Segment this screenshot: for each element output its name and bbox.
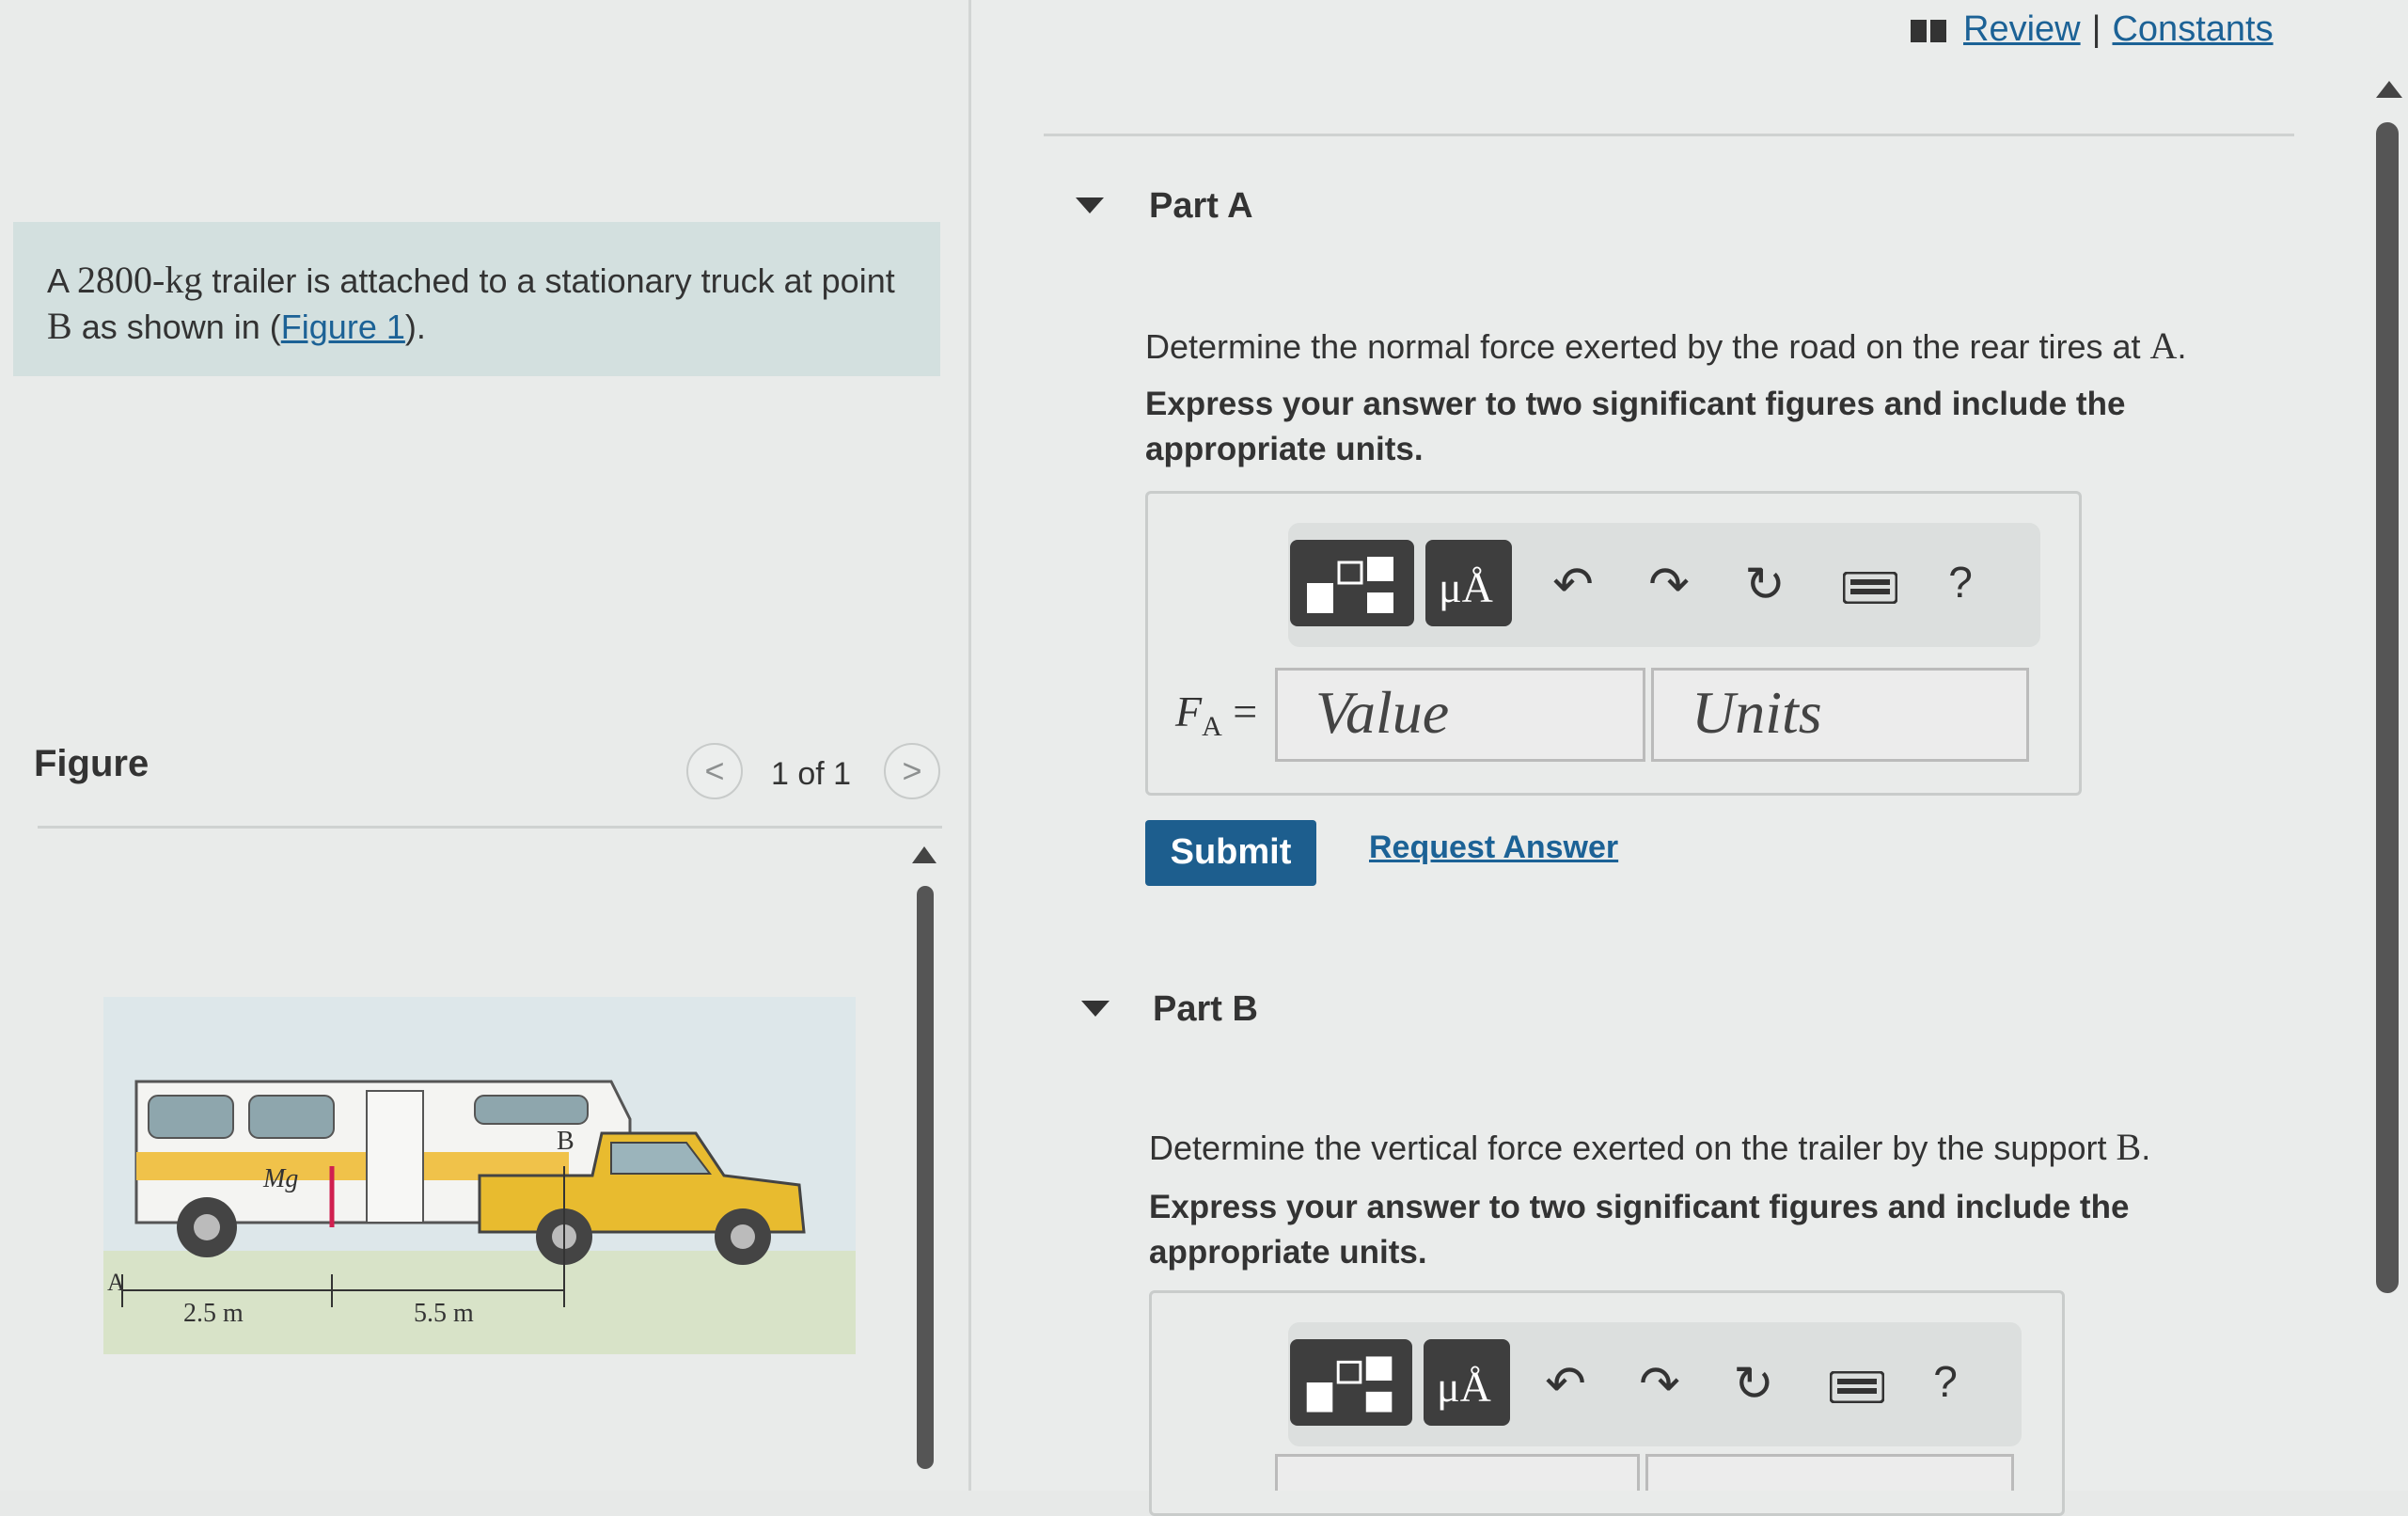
label-dist1: 2.5 m xyxy=(183,1299,244,1328)
truck-trailer-diagram: B Mg A 2.5 m 5.5 m xyxy=(103,997,856,1354)
reset-icon[interactable]: ↻ xyxy=(1721,1356,1786,1413)
part-b-question-text: Determine the vertical force exerted on … xyxy=(1149,1129,2117,1167)
mu-angstrom-icon: μÅ xyxy=(1439,563,1493,611)
intro-text-c: as shown in ( xyxy=(71,308,281,346)
top-links: Review | Constants xyxy=(1911,9,2274,50)
chevron-left-icon: < xyxy=(704,751,725,790)
part-b-question-end: . xyxy=(2141,1129,2151,1167)
part-b-collapse-icon[interactable] xyxy=(1081,1001,1110,1017)
intro-text-d: ). xyxy=(404,308,426,346)
templates-icon xyxy=(1306,1356,1393,1413)
keyboard-icon[interactable] xyxy=(1842,571,1898,608)
part-a-question-var: A xyxy=(2149,324,2178,367)
units-input[interactable]: Units xyxy=(1651,668,2029,762)
main-scroll-up-arrow[interactable] xyxy=(2376,81,2402,98)
main-scrollbar[interactable] xyxy=(2376,122,2399,1293)
problem-statement: A 2800-kg trailer is attached to a stati… xyxy=(13,222,940,376)
trailer-window xyxy=(148,1095,234,1139)
templates-icon xyxy=(1307,557,1393,613)
label-mg: Mg xyxy=(262,1164,298,1193)
help-icon[interactable]: ? xyxy=(1928,557,1993,608)
keyboard-icon[interactable] xyxy=(1829,1370,1885,1408)
left-pane: A 2800-kg trailer is attached to a stati… xyxy=(0,0,968,1491)
intro-text-a: A xyxy=(47,261,78,300)
value-input[interactable]: Value xyxy=(1275,668,1645,762)
part-a-toolbar: μÅ ↶ ↷ ↻ ? xyxy=(1288,523,2040,647)
part-a-title[interactable]: Part A xyxy=(1149,186,1253,227)
figure-pager: 1 of 1 xyxy=(771,756,852,792)
label-dist2: 5.5 m xyxy=(414,1299,474,1328)
part-a-question: Determine the normal force exerted by th… xyxy=(1145,324,2186,368)
part-a-question-end: . xyxy=(2177,327,2187,366)
next-figure-button[interactable]: > xyxy=(884,743,940,799)
point-b: B xyxy=(47,305,72,347)
fa-label: FA = xyxy=(1175,687,1257,743)
figure-heading: Figure xyxy=(34,743,150,784)
part-a-collapse-icon[interactable] xyxy=(1076,197,1104,213)
part-b-value-input[interactable] xyxy=(1275,1454,1640,1491)
figure-link[interactable]: Figure 1 xyxy=(281,308,405,346)
units-symbol-button[interactable]: μÅ xyxy=(1425,540,1512,626)
fa-eq: = xyxy=(1221,687,1258,735)
reset-icon[interactable]: ↻ xyxy=(1732,557,1798,613)
book-icon xyxy=(1911,19,1946,42)
undo-icon[interactable]: ↶ xyxy=(1533,1356,1598,1413)
part-b-title[interactable]: Part B xyxy=(1153,989,1258,1030)
fa-var: F xyxy=(1175,687,1203,735)
top-divider xyxy=(1044,134,2294,136)
fa-sub: A xyxy=(1202,711,1222,743)
review-link[interactable]: Review xyxy=(1963,9,2081,49)
help-icon[interactable]: ? xyxy=(1912,1356,1978,1407)
mass-value: 2800-kg xyxy=(77,259,203,301)
trailer-window xyxy=(474,1095,589,1125)
part-b-units-input[interactable] xyxy=(1645,1454,2014,1491)
chevron-right-icon: > xyxy=(902,751,922,790)
prev-figure-button[interactable]: < xyxy=(686,743,743,799)
templates-button[interactable] xyxy=(1290,1339,1412,1426)
part-a-question-text: Determine the normal force exerted by th… xyxy=(1145,327,2150,366)
request-answer-link[interactable]: Request Answer xyxy=(1369,829,1618,866)
units-symbol-button[interactable]: μÅ xyxy=(1424,1339,1510,1426)
label-b: B xyxy=(557,1127,574,1156)
link-separator: | xyxy=(2091,9,2101,49)
part-b-question-var: B xyxy=(2116,1126,2142,1168)
undo-icon[interactable]: ↶ xyxy=(1540,557,1606,613)
redo-icon[interactable]: ↷ xyxy=(1636,557,1702,613)
figure-divider xyxy=(38,826,942,829)
trailer-door xyxy=(366,1090,424,1224)
submit-button[interactable]: Submit xyxy=(1145,820,1316,886)
part-a-instruction: Express your answer to two significant f… xyxy=(1145,386,2126,467)
part-b-instruction: Express your answer to two significant f… xyxy=(1149,1189,2130,1271)
trailer-window xyxy=(248,1095,335,1139)
constants-link[interactable]: Constants xyxy=(2112,9,2273,49)
templates-button[interactable] xyxy=(1290,540,1414,626)
part-b-toolbar: μÅ ↶ ↷ ↻ ? xyxy=(1288,1322,2022,1446)
part-b-question: Determine the vertical force exerted on … xyxy=(1149,1125,2150,1169)
intro-text-b: trailer is attached to a stationary truc… xyxy=(202,261,895,300)
redo-icon[interactable]: ↷ xyxy=(1627,1356,1692,1413)
figure-scrollbar[interactable] xyxy=(917,886,934,1469)
mu-angstrom-icon: μÅ xyxy=(1437,1363,1491,1411)
figure-scroll-up-arrow[interactable] xyxy=(912,846,936,863)
